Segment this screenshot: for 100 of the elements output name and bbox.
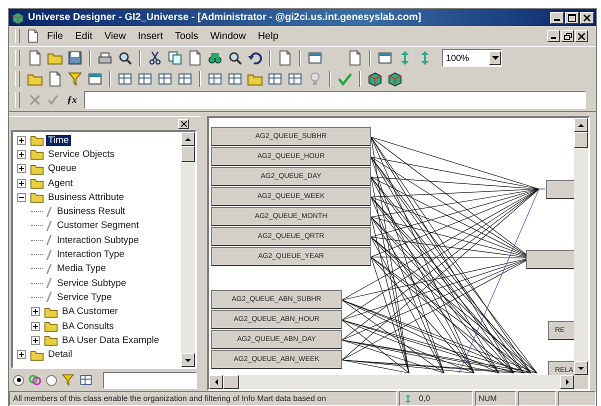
tree-item[interactable]: Service Subtype [55,278,128,289]
scroll-right-button[interactable] [560,375,574,389]
scrollbar-corner [574,375,588,389]
tree-item[interactable]: Service Objects [46,148,117,160]
close-icon [180,120,186,126]
cursor-position: 0,0 [418,394,430,403]
table-icon[interactable] [117,70,133,86]
menu-item[interactable]: Help [252,28,284,44]
table-icon[interactable] [177,70,193,86]
table-icon[interactable] [227,70,243,86]
scroll-thumb[interactable] [574,132,588,148]
tree-item[interactable]: BA Customer [60,306,120,318]
formula-field[interactable] [84,91,586,109]
page-icon[interactable] [347,50,363,66]
tree-item[interactable]: Service Type [55,292,114,303]
page-icon[interactable] [27,50,43,66]
window-icon[interactable] [87,70,103,86]
tree-item[interactable]: Agent [46,178,75,189]
funnel-icon[interactable] [67,70,83,86]
cube-icon [11,10,25,24]
maximize-button[interactable] [565,12,579,24]
folder-icon [44,319,58,333]
expand-toggle[interactable] [17,178,26,188]
check-icon[interactable] [337,70,353,86]
table-box[interactable] [546,180,574,199]
scissors-icon[interactable] [147,50,163,66]
minimize-icon [551,37,556,39]
tree-item[interactable]: Time [46,134,71,146]
tree-item[interactable]: Customer Segment [55,220,141,232]
restore-button[interactable] [561,30,574,42]
scroll-down-button[interactable] [574,361,588,375]
expand-toggle[interactable] [17,136,26,145]
copy-icon[interactable] [167,50,183,66]
expand-toggle[interactable] [17,164,26,174]
scroll-up-button[interactable] [181,132,195,146]
table-icon[interactable] [207,70,223,86]
vertical-scrollbar[interactable] [181,132,195,367]
tree-item[interactable]: Media Type [55,263,108,274]
expand-toggle[interactable] [17,150,26,159]
zoom-dropdown[interactable]: 100% [442,48,502,66]
tree-item[interactable]: Interaction Subtype [55,234,141,246]
tree-item[interactable]: Business Attribute [46,192,126,203]
scroll-left-button[interactable] [209,375,223,389]
window-icon[interactable] [307,50,323,66]
funnel-icon[interactable] [61,373,75,387]
cube-icon[interactable] [367,70,383,86]
horizontal-scrollbar[interactable] [209,375,574,389]
search-field[interactable] [103,372,197,388]
vertical-scrollbar[interactable] [574,118,588,375]
minimize-button[interactable] [550,12,564,24]
expand-toggle[interactable] [31,336,40,345]
table-icon[interactable] [79,373,93,387]
tree-item[interactable]: Interaction Type [55,249,126,260]
menu-item[interactable]: Edit [70,28,98,44]
close-button[interactable] [580,12,594,24]
page-icon[interactable] [47,70,63,86]
tree-item[interactable]: BA Consults [60,320,116,332]
num-lock-indicator: NUM [478,394,497,403]
expand-toggle[interactable] [17,350,26,360]
tree-item[interactable]: BA User Data Example [60,334,162,346]
expand-toggle[interactable] [31,322,40,330]
printer-icon[interactable] [97,50,113,66]
page-icon[interactable] [187,50,203,66]
cube-icon[interactable] [387,70,403,86]
close-button[interactable] [178,118,189,128]
table-icon[interactable] [137,70,153,86]
menu-item[interactable]: Insert [132,28,168,44]
close-button[interactable] [575,30,588,42]
page-icon[interactable] [26,29,40,43]
tree-item[interactable]: Business Result [55,206,128,218]
folder-icon [44,333,58,348]
page-icon[interactable] [277,50,293,66]
scroll-up-button[interactable] [574,118,588,132]
magnifier-icon[interactable] [117,50,133,66]
expand-toggle[interactable] [17,192,26,202]
tree-item[interactable]: Detail [46,349,74,360]
scroll-thumb[interactable] [223,375,239,389]
slash-icon [45,234,53,246]
magnifier-icon[interactable] [227,50,243,66]
caret-icon [492,56,498,60]
radio-button[interactable] [13,374,24,386]
menu-item[interactable]: File [42,28,68,44]
scroll-down-button[interactable] [181,353,195,367]
minimize-button[interactable] [547,30,560,42]
radio-button[interactable] [46,374,57,386]
table-icon[interactable] [287,70,303,86]
slash-icon [45,262,53,275]
window-icon[interactable] [377,50,393,66]
function-button[interactable]: ƒx [64,94,80,106]
menu-item[interactable]: View [99,28,131,44]
menu-item[interactable]: Window [205,28,251,44]
table-icon[interactable] [157,70,173,86]
folder-icon [30,133,44,148]
table-icon[interactable] [267,70,283,86]
undo-icon[interactable] [247,50,263,66]
table-box[interactable] [526,250,574,269]
menu-item[interactable]: Tools [170,28,204,44]
scroll-thumb[interactable] [181,146,195,162]
expand-toggle[interactable] [31,307,40,316]
tree-item[interactable]: Queue [46,163,79,174]
